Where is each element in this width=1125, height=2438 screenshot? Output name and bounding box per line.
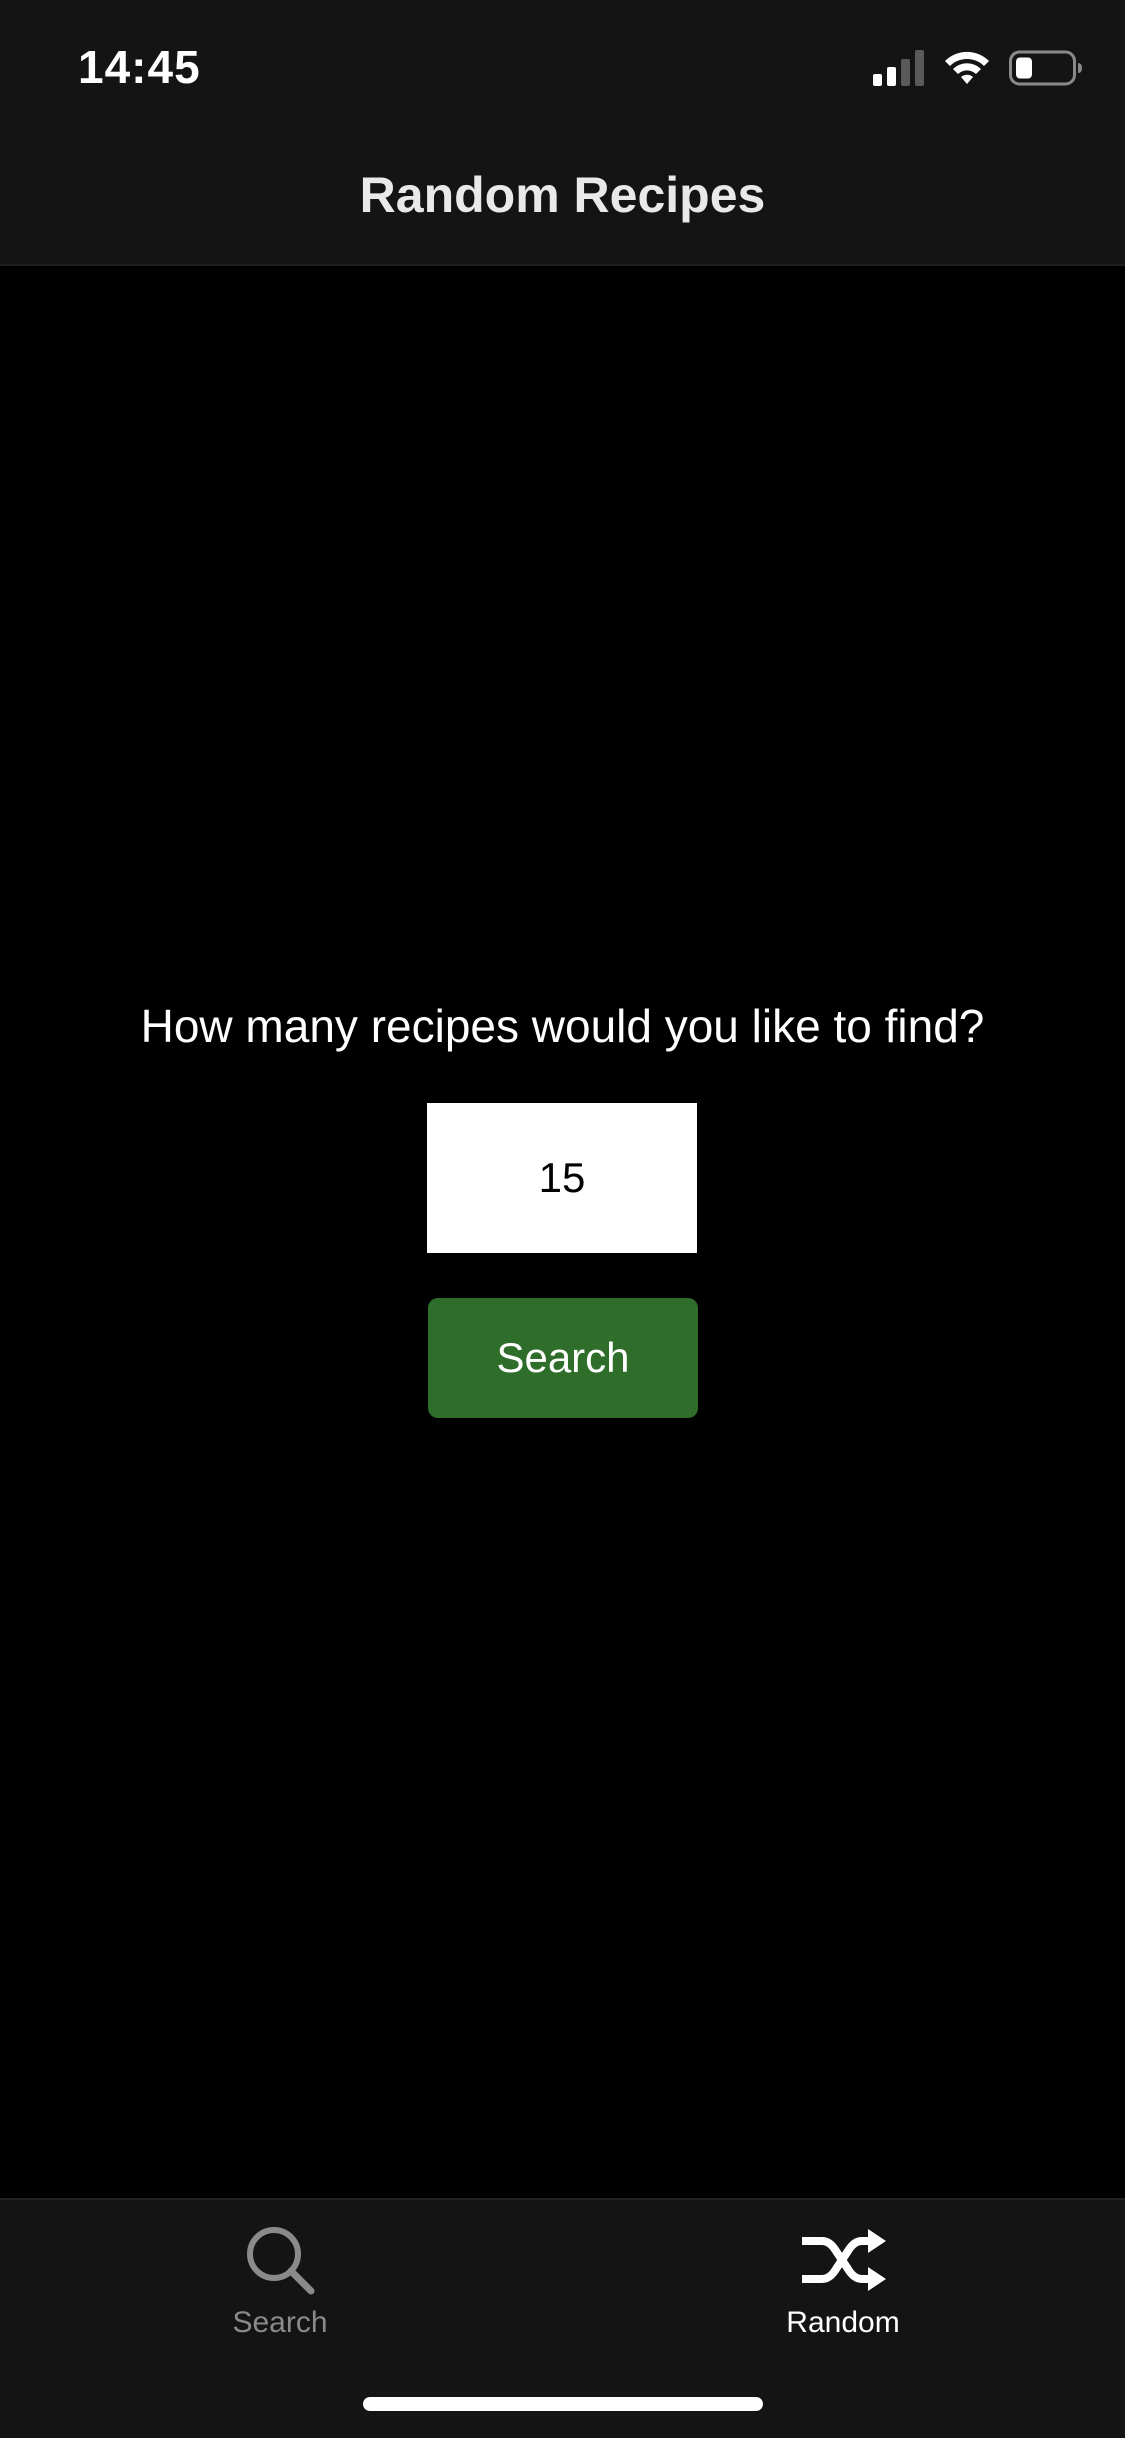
status-icons	[873, 48, 1083, 92]
home-indicator	[363, 2397, 763, 2411]
tab-search-label: Search	[232, 2306, 328, 2339]
tab-random-label: Random	[786, 2306, 900, 2339]
tab-search[interactable]: Search	[130, 2220, 430, 2360]
navigation-bar: Random Recipes	[0, 132, 1125, 266]
recipe-count-input[interactable]	[427, 1103, 697, 1253]
battery-icon	[1009, 50, 1083, 91]
tab-random[interactable]: Random	[693, 2220, 993, 2360]
page-title: Random Recipes	[359, 167, 766, 223]
main-content: How many recipes would you like to find?…	[0, 266, 1125, 2198]
recipe-count-prompt: How many recipes would you like to find?	[140, 1000, 985, 1052]
search-icon	[235, 2220, 325, 2300]
status-bar: 14:45	[0, 0, 1125, 132]
status-time: 14:45	[78, 41, 201, 93]
shuffle-icon	[798, 2220, 888, 2300]
cellular-signal-icon	[873, 49, 925, 91]
search-button[interactable]: Search	[428, 1298, 698, 1418]
wifi-icon	[943, 50, 991, 91]
